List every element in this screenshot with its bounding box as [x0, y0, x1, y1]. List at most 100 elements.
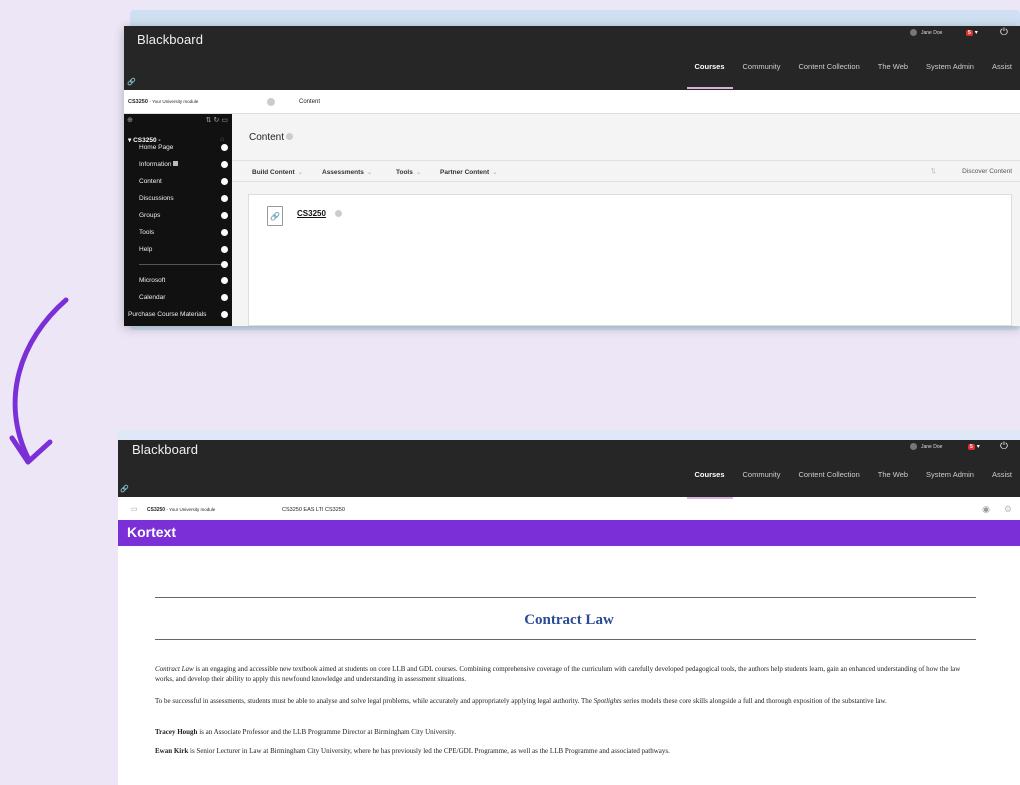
page-options-icon[interactable]: [286, 133, 294, 140]
sidebar-item-purchase-course-materials[interactable]: Purchase Course Materials: [128, 311, 206, 318]
home-icon[interactable]: ⌂: [220, 136, 224, 143]
book-title: Contract Law: [524, 612, 614, 628]
partner-content-menu[interactable]: Partner Content ⌄: [440, 168, 498, 176]
sidebar-item-options-icon[interactable]: [221, 261, 228, 268]
folder-view-icon[interactable]: ▭: [221, 117, 228, 124]
breadcrumb-page: Content: [299, 98, 321, 105]
content-area: Content Build Content ⌄ Assessments ⌄ Tool…: [232, 114, 1020, 326]
sidebar-item-options-icon[interactable]: [221, 144, 228, 151]
chevron-down-icon: ⌄: [415, 169, 422, 176]
author-bio-1: Tracey Hough is an Associate Professor a…: [155, 728, 456, 736]
sidebar-item-groups[interactable]: Groups: [139, 212, 160, 219]
discover-content-button[interactable]: Discover Content: [962, 168, 1012, 175]
nav-content-collection[interactable]: Content Collection: [798, 62, 859, 71]
tools-menu[interactable]: Tools ⌄: [396, 168, 421, 176]
menu-toggle-icon[interactable]: ▭: [131, 505, 138, 513]
sidebar-item-options-icon[interactable]: [221, 212, 228, 219]
refresh-icon[interactable]: ↻: [214, 117, 220, 124]
nav-community[interactable]: Community: [743, 470, 781, 479]
chevron-down-icon: ▾: [976, 444, 980, 450]
nav-courses[interactable]: Courses: [686, 470, 733, 499]
breadcrumb-options-icon[interactable]: [267, 97, 275, 106]
sidebar-item-options-icon[interactable]: [221, 161, 228, 168]
gear-icon[interactable]: ⚙: [1004, 504, 1012, 515]
sort-icon[interactable]: ⇅: [931, 167, 936, 175]
book-details: Contract Law Contract Law is an engaging…: [118, 546, 1020, 785]
kortext-logo: Kortext: [127, 524, 177, 540]
breadcrumb: CS3250 - Your University module Content: [124, 90, 1020, 114]
sidebar-item-options-icon[interactable]: [221, 246, 228, 253]
preview-icon[interactable]: ◉: [982, 504, 990, 515]
curved-arrow-icon: [9, 297, 69, 465]
item-options-icon[interactable]: [335, 210, 342, 217]
link-file-icon: 🔗: [267, 206, 283, 226]
chevron-down-icon: ⌄: [492, 169, 498, 176]
blackboard-header: Blackboard Jane Doe 5 ▾ ⏻ Courses Commun…: [118, 440, 1020, 499]
nav-courses[interactable]: Courses: [686, 62, 733, 89]
nav-the-web[interactable]: The Web: [878, 470, 908, 479]
sidebar-item-options-icon[interactable]: [221, 294, 228, 301]
sidebar-item-microsoft[interactable]: Microsoft: [139, 277, 165, 284]
kortext-screenshot: Blackboard Jane Doe 5 ▾ ⏻ Courses Commun…: [118, 440, 1020, 785]
sidebar-item-discussions[interactable]: Discussions: [139, 195, 174, 202]
add-menu-item-icon[interactable]: ⊕: [127, 116, 133, 126]
sidebar-tools: ⊕ ⇅ ↻ ▭: [127, 116, 228, 126]
user-menu[interactable]: Jane Doe: [910, 443, 942, 450]
sidebar-item-options-icon[interactable]: [221, 178, 228, 185]
kortext-brand-bar: Kortext: [118, 520, 1020, 546]
power-icon[interactable]: ⏻: [1000, 27, 1008, 38]
sidebar-item-tools[interactable]: Tools: [139, 229, 154, 236]
link-icon[interactable]: 🔗: [127, 78, 136, 86]
sidebar-item-information[interactable]: Information: [139, 161, 179, 168]
nav-content-collection[interactable]: Content Collection: [798, 470, 859, 479]
power-icon[interactable]: ⏻: [1000, 441, 1008, 452]
sidebar-item-options-icon[interactable]: [221, 195, 228, 202]
nav-system-admin[interactable]: System Admin: [926, 470, 974, 479]
user-menu[interactable]: Jane Doe: [910, 29, 942, 36]
chevron-down-icon: ▾: [974, 30, 978, 36]
content-item-link[interactable]: CS3250: [297, 209, 326, 218]
top-nav: Courses Community Content Collection The…: [686, 470, 1012, 499]
course-menu-sidebar: ⊕ ⇅ ↻ ▭ ▾ CS3250 - ⌂ Home Page Informati…: [124, 114, 232, 326]
notification-badge: 5: [968, 443, 975, 450]
sidebar-item-options-icon[interactable]: [221, 277, 228, 284]
sidebar-item-calendar[interactable]: Calendar: [139, 294, 165, 301]
user-icon: [910, 29, 917, 36]
nav-system-admin[interactable]: System Admin: [926, 62, 974, 71]
sidebar-item-options-icon[interactable]: [221, 229, 228, 236]
sidebar-item-content[interactable]: Content: [139, 178, 162, 185]
blackboard-logo[interactable]: Blackboard: [137, 32, 203, 47]
sidebar-course-title[interactable]: ▾ CS3250 -: [128, 136, 161, 144]
user-name: Jane Doe: [921, 443, 943, 450]
breadcrumb-course[interactable]: CS3250 - Your University module: [128, 99, 198, 105]
author-bio-2: Ewan Kirk is Senior Lecturer in Law at B…: [155, 747, 670, 755]
reorder-icon[interactable]: ⇅: [206, 117, 212, 124]
notifications-button[interactable]: 5 ▾: [966, 29, 978, 36]
link-icon[interactable]: 🔗: [120, 485, 129, 493]
blackboard-logo[interactable]: Blackboard: [132, 442, 198, 457]
book-description: Contract Law is an engaging and accessib…: [155, 665, 961, 683]
nav-assist[interactable]: Assist: [992, 62, 1012, 71]
blackboard-content-screenshot: Blackboard Jane Doe 5 ▾ ⏻ Courses Commun…: [124, 26, 1020, 326]
build-content-menu[interactable]: Build Content ⌄: [252, 168, 303, 176]
chevron-down-icon: ⌄: [297, 169, 304, 176]
sidebar-item-options-icon[interactable]: [221, 311, 228, 318]
user-name: Jane Doe: [921, 29, 943, 36]
nav-assist[interactable]: Assist: [992, 470, 1012, 479]
top-nav: Courses Community Content Collection The…: [686, 62, 1012, 89]
sidebar-item-help[interactable]: Help: [139, 246, 152, 253]
notifications-button[interactable]: 5 ▾: [968, 443, 980, 450]
nav-the-web[interactable]: The Web: [878, 62, 908, 71]
page-title: Content: [249, 132, 294, 143]
hidden-content-icon: [173, 161, 179, 166]
content-list: 🔗 CS3250: [248, 194, 1012, 326]
divider: [155, 639, 976, 640]
sidebar-item-home-page[interactable]: Home Page: [139, 144, 173, 151]
breadcrumb-tool: CS3250 EAS LTI CS3250: [282, 507, 345, 513]
breadcrumb-course[interactable]: CS3250 - Your University module: [147, 507, 215, 513]
assessments-menu[interactable]: Assessments ⌄: [322, 168, 372, 176]
sidebar-divider: [139, 264, 226, 265]
blackboard-header: Blackboard Jane Doe 5 ▾ ⏻ Courses Commun…: [124, 26, 1020, 90]
nav-community[interactable]: Community: [743, 62, 781, 71]
notification-badge: 5: [966, 29, 973, 36]
